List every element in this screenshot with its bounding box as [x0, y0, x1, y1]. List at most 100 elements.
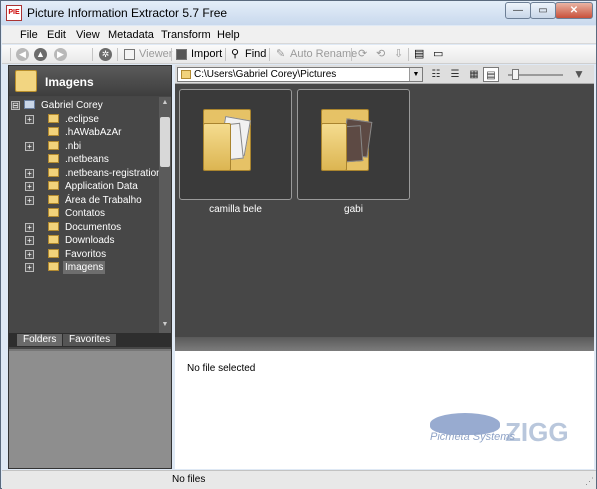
tree-item-label: Contatos [65, 208, 106, 219]
preview-pane [9, 349, 171, 468]
toolbar: ◀ ▲ ▶ ✲ Viewer Import ⚲ Find ✎ Auto Rena… [2, 45, 596, 64]
expand-icon[interactable]: + [25, 115, 34, 124]
app-logo-icon: PIE [6, 5, 22, 21]
item-label: camilla bele [209, 204, 262, 215]
import-button[interactable]: Import [191, 47, 222, 62]
viewer-icon [124, 49, 135, 60]
folder-icon [48, 181, 59, 190]
expand-icon[interactable]: + [25, 169, 34, 178]
expand-icon[interactable]: + [25, 142, 34, 151]
folder-icon [48, 262, 59, 271]
menu-view[interactable]: View [76, 29, 100, 41]
move-down-icon[interactable]: ⇩ [394, 47, 403, 62]
menu-edit[interactable]: Edit [47, 29, 66, 41]
folder-icon [48, 235, 59, 244]
folder-panel-title: Imagens [45, 75, 94, 89]
collapse-icon[interactable]: ⊟ [11, 101, 20, 110]
status-bar: No files ⋰ [2, 470, 596, 489]
tree-item-label: Downloads [65, 235, 115, 246]
tree-item-label: Área de Trabalho [65, 195, 142, 206]
tree-item-label: .netbeans [65, 154, 109, 165]
filter-icon[interactable]: ▼ [573, 67, 585, 81]
import-icon [176, 49, 187, 60]
back-icon[interactable]: ◀ [16, 48, 29, 61]
toolbar-divider [225, 48, 226, 61]
info-text: No file selected [187, 363, 256, 374]
minimize-button[interactable]: — [505, 2, 531, 19]
watermark-subtitle: Picmeta Systems [430, 431, 515, 443]
view-grid-icon[interactable]: ▦ [466, 67, 482, 82]
tree-item-label: Gabriel Corey [41, 100, 103, 111]
chevron-down-icon[interactable]: ▼ [409, 68, 422, 81]
settings-icon[interactable]: ✲ [99, 48, 112, 61]
folder-panel-header: Imagens [9, 66, 171, 96]
menu-file[interactable]: File [20, 29, 38, 41]
viewer-button[interactable]: Viewer [139, 47, 172, 62]
tab-favorites[interactable]: Favorites [63, 334, 117, 346]
tree-item-label: Favoritos [65, 249, 107, 260]
tree-item-label: .eclipse [65, 114, 99, 125]
scroll-down-icon[interactable]: ▼ [161, 321, 169, 328]
tree-item-label: Application Data [65, 181, 138, 192]
scroll-up-icon[interactable]: ▲ [161, 99, 169, 106]
info-pane: No file selected ZIGG Picmeta Systems [175, 351, 594, 469]
close-button[interactable]: ✕ [555, 2, 593, 19]
auto-rename-button[interactable]: Auto Rename [290, 47, 357, 62]
rotate-icon[interactable]: ⟳ [358, 47, 367, 62]
path-text: C:\Users\Gabriel Corey\Pictures [194, 69, 337, 80]
toolbar-divider [171, 48, 172, 61]
pane-splitter[interactable] [175, 337, 594, 351]
path-bar: C:\Users\Gabriel Corey\Pictures ▼ ☷ ☰ ▦ … [175, 65, 594, 84]
scroll-thumb[interactable] [160, 117, 170, 167]
folder-icon [48, 168, 59, 177]
expand-icon[interactable]: + [25, 182, 34, 191]
folder-icon [181, 70, 191, 79]
expand-icon[interactable]: + [25, 263, 34, 272]
expand-icon[interactable]: + [25, 250, 34, 259]
find-button[interactable]: Find [245, 47, 266, 62]
window-title: Picture Information Extractor 5.7 Free [27, 6, 228, 20]
folder-icon [15, 70, 37, 92]
view-thumbnails-icon[interactable]: ▤ [483, 67, 499, 82]
toolbar-divider [10, 48, 11, 61]
toolbar-divider [269, 48, 270, 61]
folder-thumbnail[interactable] [179, 89, 292, 200]
menu-transform[interactable]: Transform [161, 29, 211, 41]
menu-help[interactable]: Help [217, 29, 240, 41]
panel-tabs: Folders Favorites [9, 333, 171, 347]
zoom-slider-handle[interactable] [512, 69, 519, 80]
browser-panel: C:\Users\Gabriel Corey\Pictures ▼ ☷ ☰ ▦ … [175, 65, 594, 469]
path-combobox[interactable]: C:\Users\Gabriel Corey\Pictures ▼ [177, 67, 423, 82]
panel-layout-icon[interactable]: ▤ [414, 47, 424, 62]
view-details-icon[interactable]: ☷ [428, 67, 444, 82]
folder-icon [48, 208, 59, 217]
toolbar-divider [92, 48, 93, 61]
rotate-left-icon[interactable]: ⟲ [376, 47, 385, 62]
resize-grip-icon[interactable]: ⋰ [585, 476, 594, 487]
tree-item-label: Imagens [63, 261, 106, 274]
panel-toggle-icon[interactable]: ▭ [433, 47, 443, 62]
up-icon[interactable]: ▲ [34, 48, 47, 61]
folder-icon [48, 127, 59, 136]
title-bar: PIE Picture Information Extractor 5.7 Fr… [1, 1, 596, 25]
status-text: No files [172, 474, 206, 485]
folder-thumbnail[interactable] [297, 89, 410, 200]
folder-icon [48, 222, 59, 231]
expand-icon[interactable]: + [25, 223, 34, 232]
view-list-icon[interactable]: ☰ [447, 67, 463, 82]
menu-metadata[interactable]: Metadata [108, 29, 154, 41]
folder-front [203, 123, 231, 171]
forward-icon[interactable]: ▶ [54, 48, 67, 61]
expand-icon[interactable]: + [25, 196, 34, 205]
maximize-button[interactable]: ▭ [530, 2, 556, 19]
auto-rename-icon: ✎ [276, 48, 286, 60]
folder-front [321, 123, 347, 171]
find-icon: ⚲ [231, 48, 240, 60]
expand-icon[interactable]: + [25, 236, 34, 245]
thumbnail-grid: camilla bele gabi [175, 85, 594, 336]
toolbar-divider [408, 48, 409, 61]
folder-icon [48, 195, 59, 204]
tab-folders[interactable]: Folders [17, 334, 63, 346]
tree-scrollbar[interactable]: ▲ ▼ [159, 97, 171, 333]
menu-bar: File Edit View Metadata Transform Help [2, 26, 596, 44]
